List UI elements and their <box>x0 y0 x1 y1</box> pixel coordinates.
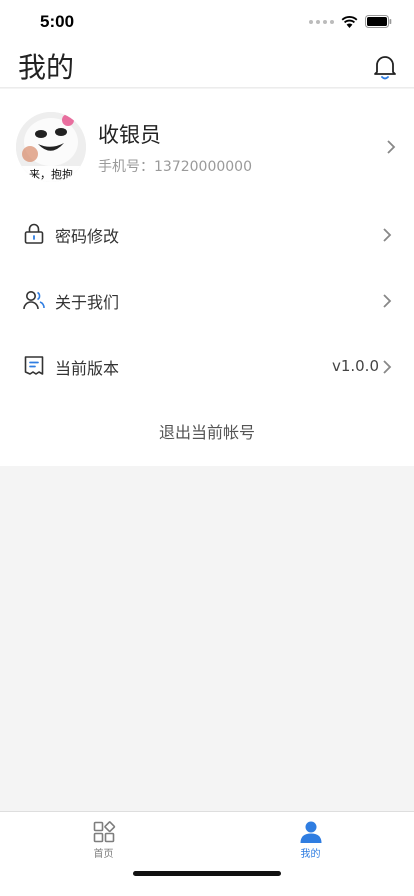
status-bar: 5:00 <box>0 0 414 44</box>
menu-item-change-password[interactable]: 密码修改 <box>0 201 414 267</box>
status-indicators <box>309 15 392 28</box>
receipt-icon <box>24 356 44 375</box>
page-header: 我的 <box>0 44 414 88</box>
user-phone: 手机号：13720000000 <box>98 159 252 175</box>
settings-card: 来，抱抱 收银员 手机号：13720000000 密码修改 关于我们 当前版本 … <box>0 89 414 466</box>
chevron-right-icon <box>383 294 392 308</box>
bell-icon[interactable] <box>372 53 398 81</box>
cellular-signal-icon <box>309 19 334 24</box>
person-icon <box>300 821 322 843</box>
tab-label-home: 首页 <box>93 849 114 860</box>
version-value: v1.0.0 <box>331 357 379 375</box>
chevron-right-icon <box>387 140 396 154</box>
chevron-right-icon <box>383 360 392 374</box>
tab-mine[interactable]: 我的 <box>207 812 414 862</box>
avatar: 来，抱抱 <box>16 112 86 182</box>
status-time: 5:00 <box>40 12 75 31</box>
menu-item-label: 密码修改 <box>55 227 120 246</box>
profile-page: 5:00 我的 来，抱抱 收银员 手机号：13720000000 密码修改 关于… <box>0 0 414 896</box>
avatar-caption: 来，抱抱 <box>29 167 73 181</box>
battery-icon <box>365 15 392 28</box>
home-indicator <box>133 871 281 876</box>
grid-icon <box>93 821 116 843</box>
wifi-icon <box>341 15 358 28</box>
avatar-image: 来，抱抱 <box>16 112 86 182</box>
menu-item-current-version[interactable]: 当前版本 v1.0.0 <box>0 333 414 399</box>
profile-row[interactable]: 来，抱抱 收银员 手机号：13720000000 <box>0 89 414 201</box>
menu-item-label: 关于我们 <box>55 293 120 312</box>
tab-label-mine: 我的 <box>300 849 321 860</box>
page-title: 我的 <box>18 51 75 84</box>
chevron-right-icon <box>383 228 392 242</box>
user-name: 收银员 <box>98 123 161 147</box>
lock-icon <box>24 223 44 244</box>
users-icon <box>23 291 45 310</box>
tab-bar: 首页 我的 <box>0 811 414 896</box>
logout-button[interactable]: 退出当前帐号 <box>0 409 414 457</box>
menu-item-label: 当前版本 <box>55 359 120 378</box>
menu-item-about-us[interactable]: 关于我们 <box>0 267 414 333</box>
tab-home[interactable]: 首页 <box>0 812 207 862</box>
